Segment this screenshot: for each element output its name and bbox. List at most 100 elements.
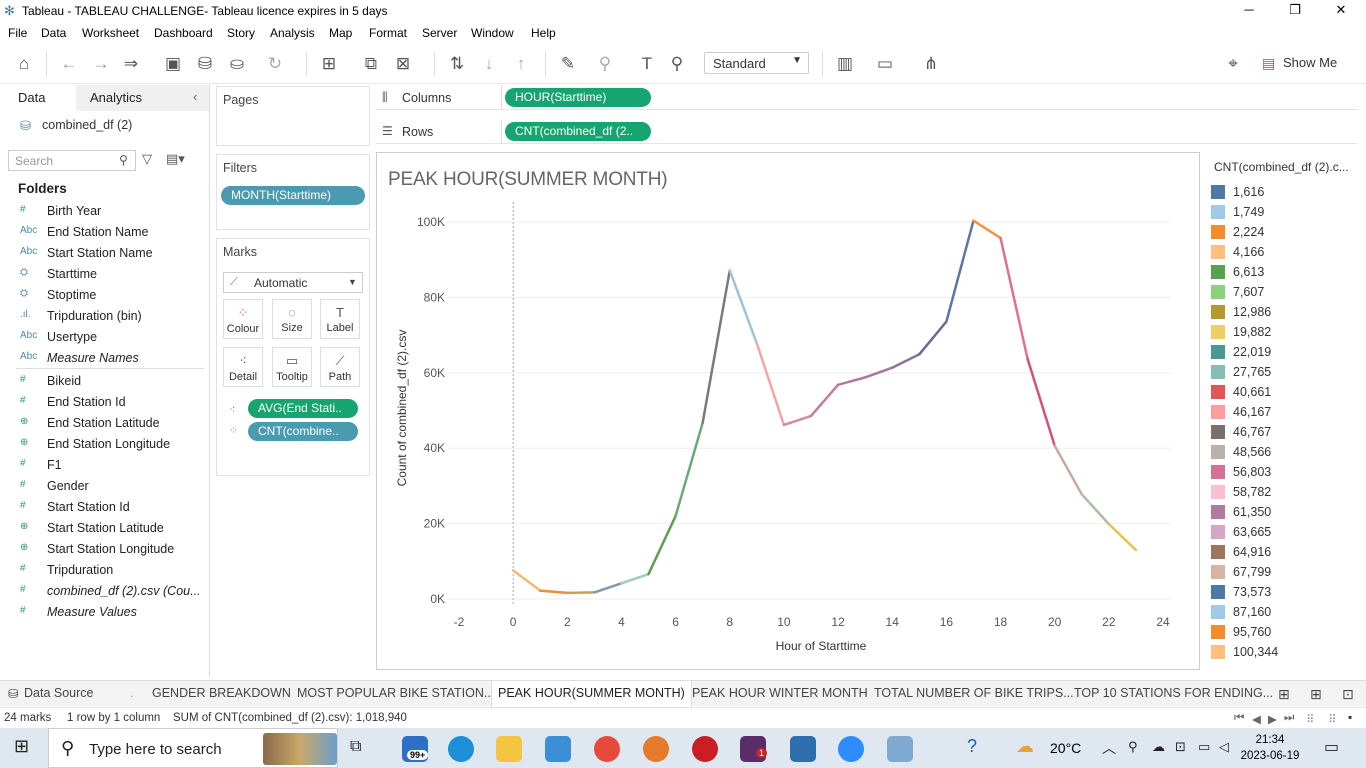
legend-item[interactable]: 73,573 — [1211, 582, 1356, 602]
film-strip-icon[interactable]: ⠿ — [1328, 712, 1336, 726]
sheet-tab-total-trips[interactable]: TOTAL NUMBER OF BIKE TRIPS... — [874, 686, 1074, 700]
line-segment[interactable] — [674, 421, 704, 518]
pin-highlight-icon[interactable]: ⌖ — [1222, 54, 1244, 74]
filter-pill-month[interactable]: MONTH(Starttime) — [221, 186, 365, 205]
rows-pill-cnt[interactable]: CNT(combined_df (2.. — [505, 122, 651, 141]
legend-item[interactable]: 1,616 — [1211, 182, 1356, 202]
field-start-station-longitude[interactable]: ⊕ Start Station Longitude — [0, 539, 209, 559]
menu-map[interactable]: Map — [329, 26, 352, 40]
legend-item[interactable]: 40,661 — [1211, 382, 1356, 402]
line-segment[interactable] — [890, 353, 921, 369]
marks-pill-cnt[interactable]: CNT(combine.. — [248, 422, 358, 441]
home-icon[interactable]: ⌂ — [13, 54, 35, 74]
sheet-nav-next-icon[interactable]: ▶ — [1268, 712, 1277, 726]
field-start-station-latitude[interactable]: ⊕ Start Station Latitude — [0, 518, 209, 538]
data-source-tab[interactable]: Data Source — [24, 686, 93, 700]
sort-descending-icon[interactable]: ↑ — [510, 54, 532, 74]
tableau-taskbar-icon[interactable] — [887, 736, 913, 762]
sheet-nav-first-icon[interactable]: ⏮ — [1234, 712, 1244, 725]
legend-item[interactable]: 46,167 — [1211, 402, 1356, 422]
sheet-tab-peak-summer[interactable]: PEAK HOUR(SUMMER MONTH) — [491, 681, 692, 707]
menu-format[interactable]: Format — [369, 26, 407, 40]
pause-updates-icon[interactable]: ⛀ — [226, 54, 248, 74]
windows-start-icon[interactable]: ⊞ — [14, 736, 29, 757]
line-segment[interactable] — [782, 414, 813, 427]
photos-icon[interactable] — [790, 736, 816, 762]
legend-item[interactable]: 67,799 — [1211, 562, 1356, 582]
taskbar-search[interactable]: ⚲ Type here to search — [48, 728, 338, 768]
legend-item[interactable]: 6,613 — [1211, 262, 1356, 282]
line-segment[interactable] — [511, 569, 542, 592]
field-usertype[interactable]: Abc Usertype — [0, 327, 209, 347]
volume-icon[interactable]: ◁ — [1219, 739, 1229, 755]
line-segment[interactable] — [728, 269, 759, 345]
field-tripduration[interactable]: # Tripduration — [0, 560, 209, 580]
sheet-tab-gender[interactable]: GENDER BREAKDOWN — [152, 686, 291, 700]
field-birth-year[interactable]: # Birth Year — [0, 201, 209, 221]
sheet-tab-peak-winter[interactable]: PEAK HOUR WINTER MONTH — [692, 686, 868, 700]
swap-icon[interactable]: ⇅ — [446, 54, 468, 74]
line-segment[interactable] — [566, 591, 596, 595]
show-me-button[interactable]: Show Me — [1283, 55, 1337, 70]
help-icon[interactable]: ? — [967, 736, 977, 757]
rows-shelf[interactable]: ☰ Rows CNT(combined_df (2.. — [376, 120, 1358, 144]
redo-icon[interactable]: → — [90, 54, 112, 74]
legend-item[interactable]: 87,160 — [1211, 602, 1356, 622]
clock[interactable]: 21:34 2023-06-19 — [1240, 732, 1300, 764]
tray-chevron-up-icon[interactable]: ︿ — [1102, 738, 1116, 758]
label-button[interactable]: T Label — [320, 299, 360, 339]
new-datasource-icon[interactable]: ⛁ — [194, 54, 216, 74]
tabs-view-icon[interactable]: ▪ — [1348, 712, 1352, 724]
legend-item[interactable]: 48,566 — [1211, 442, 1356, 462]
new-dashboard-icon[interactable]: ⊞ — [1310, 686, 1322, 703]
datasource-name[interactable]: combined_df (2) — [42, 118, 132, 132]
colour-button[interactable]: ⁘ Colour — [223, 299, 263, 339]
pages-shelf[interactable]: Pages — [216, 86, 370, 146]
duplicate-icon[interactable]: ⧉ — [360, 54, 382, 74]
marks-pill-avg-end-station[interactable]: AVG(End Stati.. — [248, 399, 358, 418]
legend-item[interactable]: 58,782 — [1211, 482, 1356, 502]
legend-item[interactable]: 1,749 — [1211, 202, 1356, 222]
network-icon[interactable]: ☁ — [1152, 739, 1165, 755]
legend-item[interactable]: 7,607 — [1211, 282, 1356, 302]
line-segment[interactable] — [1053, 444, 1084, 496]
highlight-icon[interactable]: ✎ — [557, 54, 579, 74]
field-gender[interactable]: # Gender — [0, 476, 209, 496]
field-f1[interactable]: # F1 — [0, 455, 209, 475]
field-end-station-latitude[interactable]: ⊕ End Station Latitude — [0, 413, 209, 433]
menu-file[interactable]: File — [8, 26, 27, 40]
line-segment[interactable] — [972, 219, 1002, 240]
new-worksheet-icon[interactable]: ⊞ — [1278, 686, 1290, 703]
detail-button[interactable]: ⁖ Detail — [223, 347, 263, 387]
field-bikeid[interactable]: # Bikeid — [0, 371, 209, 391]
sheet-tab-top10[interactable]: TOP 10 STATIONS FOR ENDING... — [1074, 686, 1273, 700]
field-tripduration-bin[interactable]: .ıl. Tripduration (bin) — [0, 306, 209, 326]
field-start-station-name[interactable]: Abc Start Station Name — [0, 243, 209, 263]
search-input[interactable]: Search ⚲ — [8, 150, 136, 171]
replay-icon[interactable]: ⇒ — [120, 54, 142, 74]
new-story-icon[interactable]: ⊡ — [1342, 686, 1354, 703]
legend-item[interactable]: 95,760 — [1211, 622, 1356, 642]
line-segment[interactable] — [701, 269, 732, 424]
menu-story[interactable]: Story — [227, 26, 255, 40]
collapse-pane-icon[interactable]: ‹ — [193, 89, 197, 104]
line-segment[interactable] — [620, 572, 650, 585]
sorter-view-icon[interactable]: ⠿ — [1306, 712, 1314, 726]
new-worksheet-icon[interactable]: ⊞ — [318, 54, 340, 74]
battery-icon[interactable]: ▭ — [1198, 739, 1210, 755]
legend-item[interactable]: 100,344 — [1211, 642, 1356, 662]
line-segment[interactable] — [836, 376, 867, 387]
tooltip-button[interactable]: ▭ Tooltip — [272, 347, 312, 387]
zoom-icon[interactable] — [838, 736, 864, 762]
mark-type-select[interactable]: ⟋ Automatic ▼ — [223, 272, 363, 293]
field-end-station-id[interactable]: # End Station Id — [0, 392, 209, 412]
legend-item[interactable]: 4,166 — [1211, 242, 1356, 262]
line-segment[interactable] — [593, 582, 623, 594]
file-explorer-icon[interactable] — [496, 736, 522, 762]
chrome-icon[interactable] — [594, 736, 620, 762]
path-button[interactable]: ⟋ Path — [320, 347, 360, 387]
filter-icon[interactable]: ▽ — [142, 151, 152, 167]
field-starttime[interactable]: ⛭ Starttime — [0, 264, 209, 284]
menu-window[interactable]: Window — [471, 26, 514, 40]
restore-icon[interactable]: ❐ — [1280, 2, 1310, 18]
